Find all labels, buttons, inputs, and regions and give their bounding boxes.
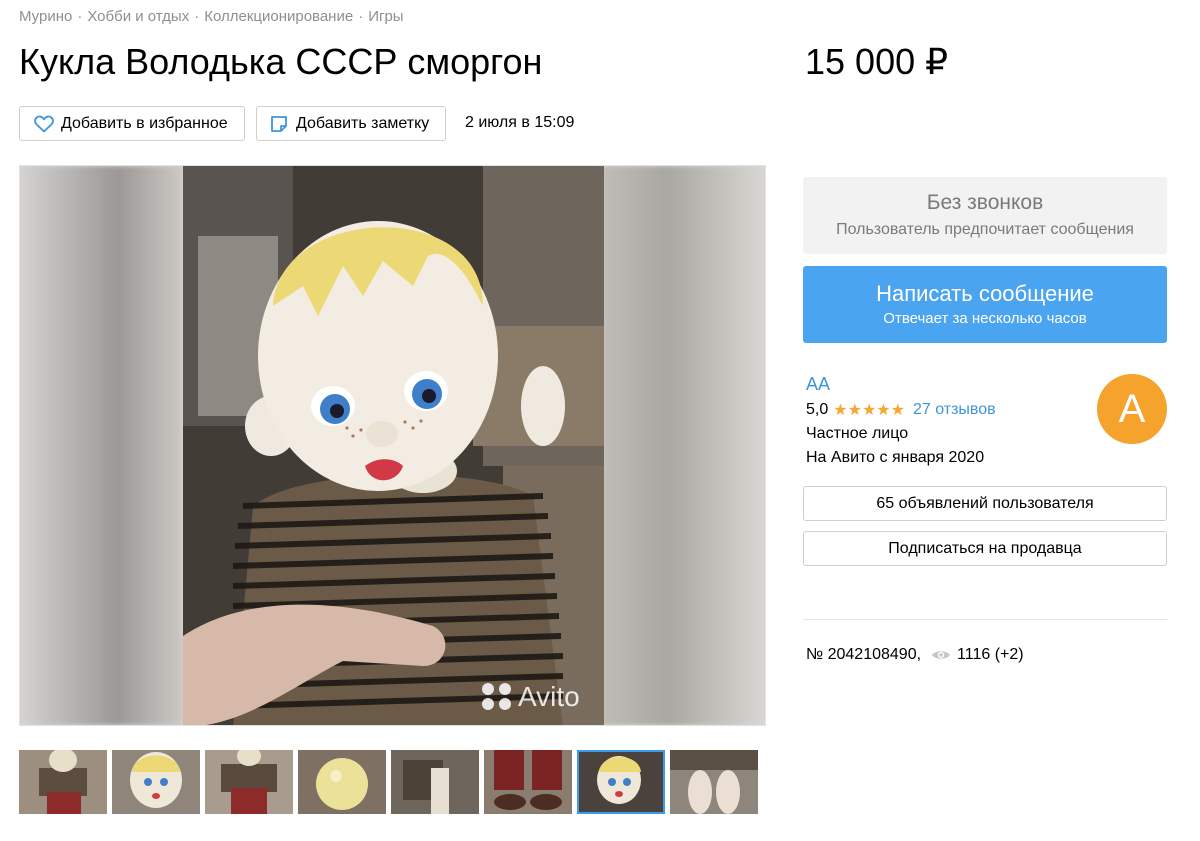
view-count: 1116 (+2) — [957, 646, 1024, 663]
main-photo: Avito — [183, 166, 604, 725]
listing-date: 2 июля в 15:09 — [465, 114, 575, 131]
rating-value: 5,0 — [806, 401, 829, 418]
divider — [803, 619, 1167, 620]
breadcrumb-item-collecting[interactable]: Коллекционирование — [204, 8, 353, 25]
breadcrumb: Мурино · Хобби и отдых · Коллекционирование ·… — [19, 8, 404, 25]
response-time-label: Отвечает за несколько часов — [883, 310, 1087, 327]
add-to-favorites-button[interactable]: Добавить в избранное — [19, 106, 245, 141]
breadcrumb-item-games[interactable]: Игры — [368, 8, 403, 25]
add-to-favorites-label: Добавить в избранное — [61, 114, 228, 132]
seller-type: Частное лицо — [806, 425, 909, 442]
seller-avatar[interactable]: А — [1097, 374, 1167, 444]
listing-meta: № 2042108490, 1116 (+2) — [806, 646, 1024, 664]
seller-since: На Авито с января 2020 — [806, 449, 985, 466]
no-calls-title: Без звонков — [926, 191, 1044, 214]
subscribe-seller-button[interactable]: Подписаться на продавца — [803, 531, 1167, 566]
add-note-label: Добавить заметку — [296, 114, 430, 132]
breadcrumb-item-location[interactable]: Мурино — [19, 8, 72, 25]
seller-name-link[interactable]: АА — [806, 374, 830, 395]
thumbnail-strip — [19, 750, 759, 816]
thumbnail-3[interactable] — [205, 750, 293, 814]
gallery-prev-blur[interactable] — [20, 166, 183, 725]
thumbnail-8[interactable] — [670, 750, 758, 814]
thumbnail-6[interactable] — [484, 750, 572, 814]
thumbnail-2[interactable] — [112, 750, 200, 814]
doll-photo-illustration: Avito — [183, 166, 604, 725]
heart-icon — [34, 115, 54, 132]
thumbnail-1[interactable] — [19, 750, 107, 814]
no-calls-notice: Без звонков Пользователь предпочитает со… — [803, 177, 1167, 254]
avito-watermark: Avito — [518, 681, 580, 712]
rating-stars: ★★★★★ — [833, 402, 905, 419]
breadcrumb-item-hobby[interactable]: Хобби и отдых — [87, 8, 189, 25]
listing-title: Кукла Володька СССР сморгон — [19, 41, 543, 82]
seller-rating: 5,0 ★★★★★ 27 отзывов — [806, 400, 996, 420]
gallery-next-blur[interactable] — [602, 166, 765, 725]
listing-price: 15 000 ₽ — [805, 41, 949, 82]
thumbnail-4[interactable] — [298, 750, 386, 814]
write-message-button[interactable]: Написать сообщение Отвечает за несколько… — [803, 266, 1167, 343]
reviews-link[interactable]: 27 отзывов — [913, 401, 996, 419]
add-note-button[interactable]: Добавить заметку — [256, 106, 446, 141]
eye-icon — [932, 651, 951, 659]
main-photo-gallery[interactable]: Avito — [19, 165, 766, 726]
thumbnail-5[interactable] — [391, 750, 479, 814]
note-icon — [271, 115, 287, 132]
thumbnail-7-active[interactable] — [577, 750, 665, 814]
write-message-label: Написать сообщение — [876, 281, 1094, 306]
seller-ads-button[interactable]: 65 объявлений пользователя — [803, 486, 1167, 521]
listing-number: № 2042108490, — [806, 646, 922, 663]
no-calls-subtitle: Пользователь предпочитает сообщения — [836, 221, 1134, 238]
